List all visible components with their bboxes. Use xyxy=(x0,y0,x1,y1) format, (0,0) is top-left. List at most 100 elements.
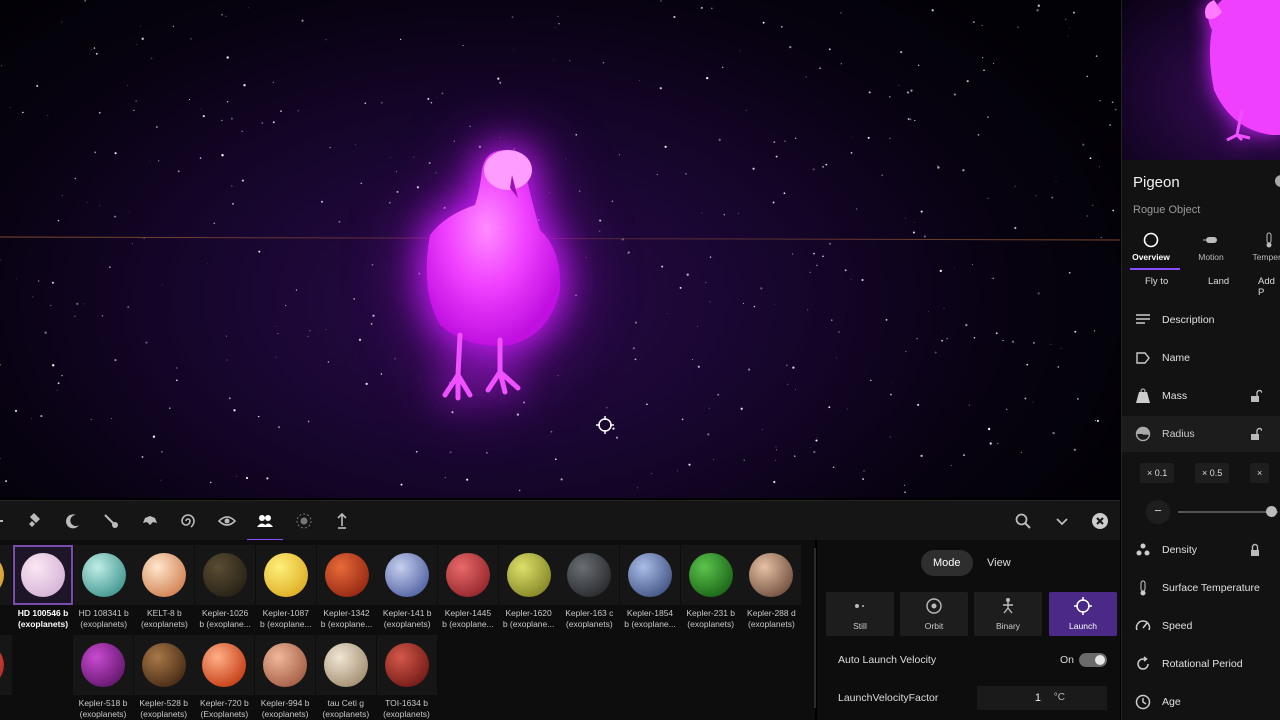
planet-tile[interactable]: Kepler-528 b (exoplanets) xyxy=(133,635,194,720)
spiral-icon[interactable] xyxy=(176,509,200,533)
planet-name: tau Ceti g xyxy=(327,698,364,708)
fly-to-button[interactable]: Fly to xyxy=(1145,276,1168,287)
unlock-icon[interactable] xyxy=(1248,389,1262,403)
radius-x0.1-button[interactable]: × 0.1 xyxy=(1140,463,1175,483)
planet-tile[interactable]: Kepler-994 b (exoplanets) xyxy=(255,635,316,720)
planet-tile[interactable]: Kepler-288 d (exoplanets) xyxy=(741,545,802,630)
planet-sphere xyxy=(384,643,429,687)
planet-sphere xyxy=(628,553,672,597)
planet-tile[interactable]: Kepler-1854 b (exoplane... xyxy=(620,545,680,630)
partial-planet-tile[interactable] xyxy=(0,545,12,605)
age-row[interactable]: Age xyxy=(1122,684,1280,720)
search-icon[interactable] xyxy=(1011,509,1035,533)
tag-icon xyxy=(1136,352,1150,364)
people-icon[interactable] xyxy=(247,509,283,541)
planet-caption: KELT-8 b (exoplanets) xyxy=(134,608,194,630)
tab-motion[interactable]: Motion xyxy=(1185,232,1237,262)
radius-slider-track[interactable] xyxy=(1178,511,1278,513)
radius-decrease-button[interactable]: − xyxy=(1146,500,1170,524)
planet-tile[interactable]: Kepler-1620 b (exoplane... xyxy=(498,545,559,630)
speed-row[interactable]: Speed xyxy=(1122,608,1280,644)
planet-tile[interactable]: Kepler-720 b (Exoplanets) xyxy=(194,635,255,720)
object-type: Rogue Object xyxy=(1133,204,1201,216)
description-row[interactable]: Description xyxy=(1122,302,1280,338)
object-preview xyxy=(1122,0,1280,160)
view-tab[interactable]: View xyxy=(975,550,1023,576)
planet-tile[interactable]: tau Ceti g (exoplanets) xyxy=(315,635,376,720)
mass-label: Mass xyxy=(1162,390,1188,402)
name-row[interactable]: Name xyxy=(1122,340,1280,376)
crosshair-icon xyxy=(596,416,614,434)
spaceship-icon[interactable] xyxy=(138,509,162,533)
planet-sphere xyxy=(263,553,308,597)
launcher-icon[interactable] xyxy=(330,509,354,533)
sun-icon[interactable] xyxy=(292,509,316,533)
comet-icon[interactable] xyxy=(99,509,123,533)
planet-tile[interactable]: Kepler-1445 b (exoplane... xyxy=(437,545,498,630)
properties-sidebar: Pigeon Rogue Object Overview Motion Temp… xyxy=(1121,0,1280,720)
planet-tile[interactable]: HD 108341 b (exoplanets) xyxy=(73,545,134,630)
satellite-icon[interactable] xyxy=(23,509,47,533)
radius-row[interactable]: Radius xyxy=(1122,416,1280,452)
surface-temperature-label: Surface Temperature xyxy=(1162,582,1260,594)
partial-category-icon[interactable] xyxy=(0,509,16,533)
planet-tile[interactable]: TOI-1634 b (exoplanets) xyxy=(376,635,437,720)
panel-divider[interactable] xyxy=(814,548,816,708)
simulation-viewport[interactable] xyxy=(0,0,1120,498)
planet-tile[interactable]: Kepler-1342 b (exoplane... xyxy=(316,545,377,630)
surface-temperature-row[interactable]: Surface Temperature xyxy=(1122,570,1280,606)
planet-tile[interactable]: Kepler-1026 b (exoplane... xyxy=(195,545,256,630)
close-icon[interactable] xyxy=(1088,509,1112,533)
mass-row[interactable]: Mass xyxy=(1122,378,1280,414)
planet-source: (exoplanets) xyxy=(383,709,430,719)
planet-name: Kepler-1087 xyxy=(262,608,309,618)
planet-tile[interactable]: HD 100546 b (exoplanets) xyxy=(13,545,73,630)
planet-name: HD 100546 b xyxy=(17,608,69,618)
planet-tile[interactable]: KELT-8 b (exoplanets) xyxy=(134,545,195,630)
planet-tile[interactable]: Kepler-518 b (exoplanets) xyxy=(73,635,133,720)
planet-source: (exoplanets) xyxy=(79,709,127,719)
launch-velocity-factor-input[interactable]: 1 °C xyxy=(977,686,1107,710)
radius-slider-thumb[interactable] xyxy=(1266,506,1277,517)
planet-name: Kepler-994 b xyxy=(260,698,310,708)
land-button[interactable]: Land xyxy=(1208,276,1229,287)
tab-overview[interactable]: Overview xyxy=(1125,232,1177,262)
density-row[interactable]: Density xyxy=(1122,532,1280,568)
chevron-down-icon[interactable] xyxy=(1050,509,1074,533)
pigeon-object[interactable] xyxy=(400,140,590,410)
planet-tile[interactable]: Kepler-141 b (exoplanets) xyxy=(377,545,438,630)
rotational-period-row[interactable]: Rotational Period xyxy=(1122,646,1280,682)
category-toolbar xyxy=(0,500,1120,541)
orbit-mode-button[interactable]: Orbit xyxy=(900,592,968,636)
planet-thumbnail xyxy=(134,545,195,605)
add-button[interactable]: Add P xyxy=(1258,276,1280,298)
planet-source: (Exoplanets) xyxy=(200,709,249,719)
planet-tile[interactable]: Kepler-163 c (exoplanets) xyxy=(559,545,620,630)
binary-mode-button[interactable]: Binary xyxy=(974,592,1042,636)
thermometer-icon xyxy=(1140,580,1146,596)
active-tab-indicator xyxy=(1130,268,1180,270)
launch-mode-button[interactable]: Launch xyxy=(1049,592,1117,636)
planet-thumbnail xyxy=(315,635,376,695)
planet-tile[interactable]: Kepler-231 b (exoplanets) xyxy=(680,545,741,630)
moon-icon[interactable] xyxy=(61,509,85,533)
planet-source: b (exoplane... xyxy=(260,619,312,629)
planet-tile[interactable]: Kepler-1087 b (exoplane... xyxy=(255,545,316,630)
tab-temperature[interactable]: Tempera xyxy=(1243,232,1280,262)
circle-icon xyxy=(1143,232,1159,248)
planet-source: (exoplanets) xyxy=(322,709,370,719)
radius-x0.5-button[interactable]: × 0.5 xyxy=(1195,463,1230,483)
mode-tab[interactable]: Mode xyxy=(921,550,973,576)
planet-caption: Kepler-1342 b (exoplane... xyxy=(317,608,377,630)
planet-source: (exoplanets) xyxy=(17,619,69,629)
eye-icon[interactable] xyxy=(215,509,239,533)
planet-sphere xyxy=(202,643,247,687)
radius-x-button[interactable]: × xyxy=(1250,463,1270,483)
options-icon[interactable] xyxy=(1274,174,1280,188)
density-label: Density xyxy=(1162,544,1198,556)
lock-icon[interactable] xyxy=(1248,543,1262,557)
still-mode-button[interactable]: Still xyxy=(826,592,894,636)
partial-planet-tile[interactable] xyxy=(0,635,12,695)
auto-launch-toggle[interactable] xyxy=(1079,653,1107,667)
unlock-icon[interactable] xyxy=(1248,427,1262,441)
